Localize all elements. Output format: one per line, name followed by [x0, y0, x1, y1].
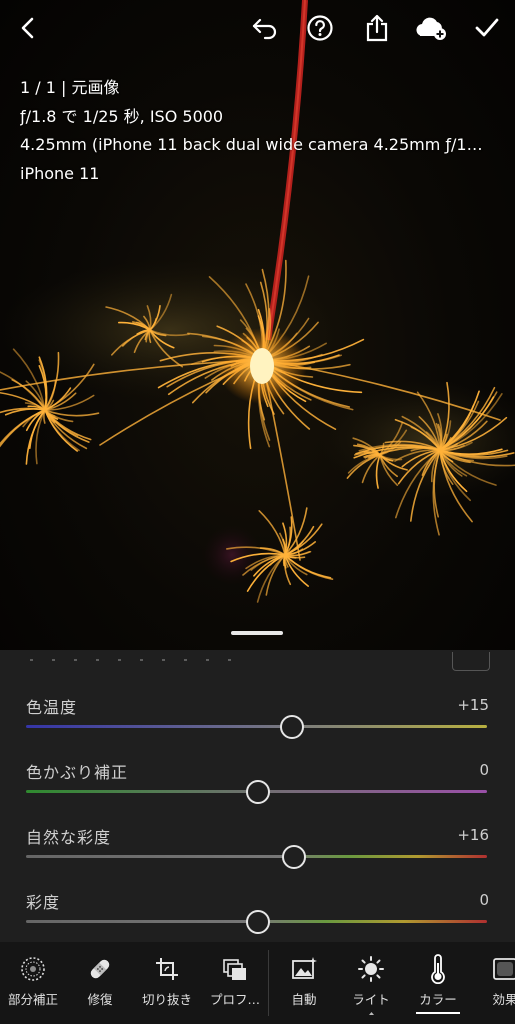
share-icon	[366, 14, 388, 42]
tool-label: 自動	[291, 992, 317, 1007]
slider-thumb[interactable]	[245, 780, 270, 804]
tool-label: 修復	[87, 992, 113, 1007]
tool-crop[interactable]: 切り抜き	[135, 942, 199, 1024]
cloud-add-button[interactable]	[413, 10, 449, 46]
share-button[interactable]	[359, 10, 395, 46]
profile-icon	[220, 954, 250, 984]
effects-icon	[490, 954, 515, 984]
slider-label: 色温度	[26, 698, 78, 717]
slider-saturation[interactable]: 彩度 0	[0, 889, 515, 949]
info-filename: 1 / 1 | 元画像	[20, 78, 120, 97]
slider-thumb[interactable]	[280, 715, 305, 739]
tool-effects[interactable]: 効果	[473, 942, 515, 1024]
info-camera: iPhone 11	[20, 163, 100, 183]
slider-value: +16	[457, 826, 489, 844]
done-button[interactable]	[469, 10, 505, 46]
undo-icon	[252, 18, 277, 40]
clipped-label-row	[30, 659, 250, 661]
top-toolbar	[0, 0, 515, 56]
help-icon	[307, 15, 333, 41]
panel-drag-handle[interactable]	[231, 631, 283, 635]
slider-tint[interactable]: 色かぶり補正 0	[0, 759, 515, 819]
tool-auto[interactable]: 自動	[272, 942, 336, 1024]
slider-track[interactable]	[26, 855, 487, 858]
spark-streak	[284, 554, 334, 580]
auto-icon	[289, 954, 319, 984]
slider-track[interactable]	[26, 725, 487, 728]
slider-temperature[interactable]: 色温度 +15	[0, 694, 515, 754]
undo-button[interactable]	[247, 10, 283, 46]
spark-streak	[284, 554, 332, 579]
cloud-add-icon	[416, 17, 446, 40]
slider-vibrance[interactable]: 自然な彩度 +16	[0, 824, 515, 884]
slider-value: +15	[457, 696, 489, 714]
tool-label: 切り抜き	[141, 992, 192, 1007]
active-tool-indicator	[416, 1012, 460, 1014]
slider-thumb[interactable]	[282, 845, 307, 869]
color-adjust-panel: 色温度 +15 色かぶり補正 0 自然な彩度 +16 彩度 0	[0, 650, 515, 942]
thermometer-icon	[423, 954, 453, 984]
help-button[interactable]	[302, 10, 338, 46]
tool-label: カラー	[419, 992, 457, 1007]
slider-value: 0	[479, 891, 489, 909]
tool-profile[interactable]: プロフ…	[203, 942, 267, 1024]
selective-icon	[18, 954, 48, 984]
panel-clipped-header	[0, 650, 515, 672]
mix-dropdown-button[interactable]	[452, 652, 490, 671]
chevron-left-icon	[21, 17, 34, 39]
bandage-icon	[85, 954, 115, 984]
tool-healing[interactable]: 修復	[68, 942, 132, 1024]
slider-label: 色かぶり補正	[26, 763, 129, 782]
checkmark-icon	[475, 18, 499, 37]
slider-value: 0	[479, 761, 489, 779]
slider-label: 彩度	[26, 893, 61, 912]
slider-thumb[interactable]	[245, 910, 270, 934]
tool-selective[interactable]: 部分補正	[1, 942, 65, 1024]
slider-label: 自然な彩度	[26, 828, 112, 847]
tool-label: ライト	[352, 992, 390, 1007]
light-panel-caret-icon	[369, 1012, 374, 1015]
back-button[interactable]	[10, 10, 46, 46]
sun-icon	[356, 954, 386, 984]
info-lens: 4.25mm (iPhone 11 back dual wide camera …	[20, 135, 483, 154]
photo-info-overlay: 1 / 1 | 元画像 ƒ/1.8 で 1/25 秒, ISO 5000 4.2…	[20, 74, 490, 188]
info-exposure: ƒ/1.8 で 1/25 秒, ISO 5000	[20, 106, 224, 126]
toolbar-divider	[268, 950, 269, 1016]
tool-label: 効果	[492, 992, 515, 1007]
tool-label: 部分補正	[7, 992, 58, 1007]
tool-label: プロフ…	[209, 992, 260, 1007]
crop-icon	[152, 954, 182, 984]
